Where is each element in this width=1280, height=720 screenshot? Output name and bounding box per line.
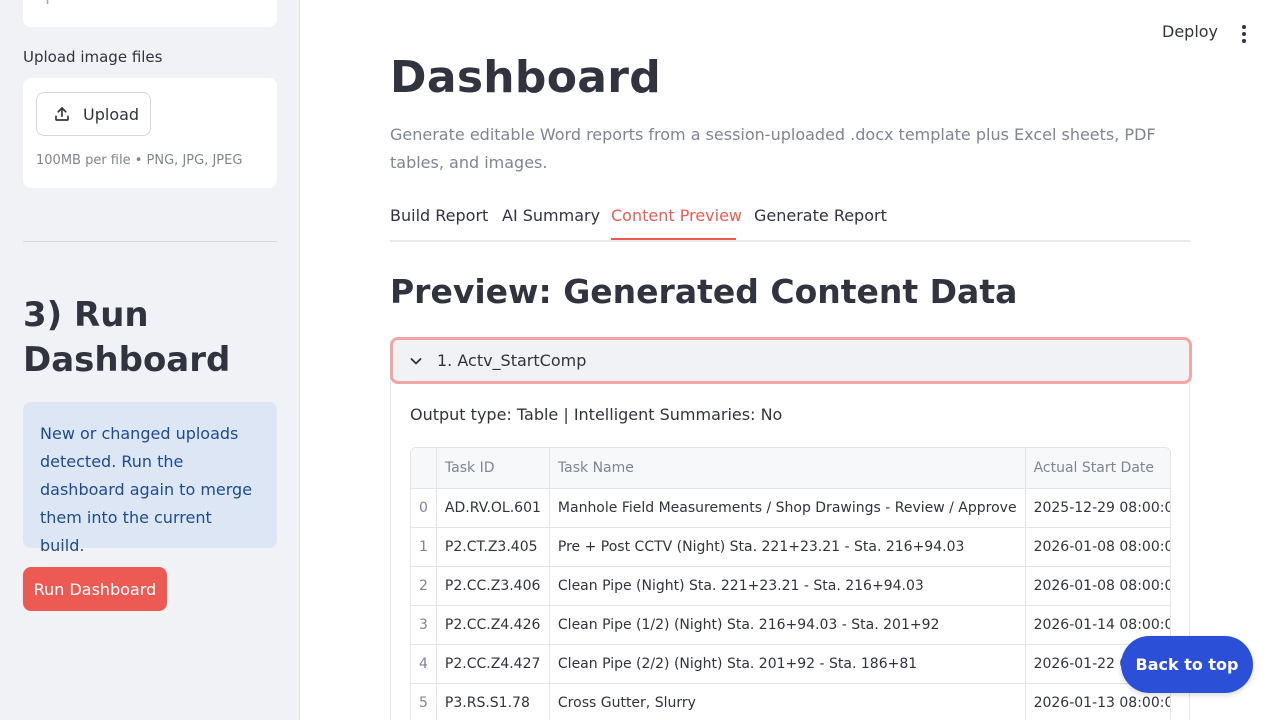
table-row: 0 AD.RV.OL.601 Manhole Field Measurement… bbox=[411, 488, 1170, 528]
upload-icon bbox=[55, 107, 69, 121]
column-header-task-id[interactable]: Task ID bbox=[436, 448, 550, 489]
column-header-task-name[interactable]: Task Name bbox=[549, 448, 1026, 489]
table-header-row: Task ID Task Name Actual Start Date bbox=[411, 448, 1170, 489]
task-name-cell[interactable]: Clean Pipe (2/2) (Night) Sta. 201+92 - S… bbox=[549, 644, 1026, 684]
tab-generate-report[interactable]: Generate Report bbox=[754, 206, 887, 225]
row-index[interactable]: 0 bbox=[411, 488, 437, 528]
report-tabs: Build Report AI Summary Content Preview … bbox=[390, 200, 1190, 242]
tab-build-report[interactable]: Build Report bbox=[390, 206, 488, 225]
upload-limit-hint: 100MB per file • PNG, JPG, JPEG bbox=[36, 153, 243, 168]
main-menu-icon[interactable] bbox=[1236, 23, 1252, 45]
expander-header[interactable]: 1. Actv_StartComp bbox=[390, 337, 1192, 384]
upload-button-label: Upload bbox=[83, 104, 140, 124]
task-name-cell[interactable]: Clean Pipe (Night) Sta. 221+23.21 - Sta.… bbox=[549, 566, 1026, 606]
task-id-cell[interactable]: P2.CC.Z3.406 bbox=[436, 566, 550, 606]
column-header-index[interactable] bbox=[411, 448, 437, 489]
start-date-cell[interactable]: 2026-01-08 08:00:00 bbox=[1025, 566, 1170, 606]
data-table[interactable]: Task ID Task Name Actual Start Date 0 AD… bbox=[410, 447, 1171, 720]
row-index[interactable]: 2 bbox=[411, 566, 437, 606]
task-id-cell[interactable]: P2.CC.Z4.427 bbox=[436, 644, 550, 684]
output-type-text: Output type: Table | Intelligent Summari… bbox=[410, 405, 783, 424]
expander-title: 1. Actv_StartComp bbox=[437, 351, 587, 370]
back-to-top-button[interactable]: Back to top bbox=[1121, 636, 1253, 693]
task-id-cell[interactable]: AD.RV.OL.601 bbox=[436, 488, 550, 528]
task-name-cell[interactable]: Cross Gutter, Slurry bbox=[549, 683, 1026, 720]
sidebar-divider bbox=[23, 241, 277, 242]
table-row: 3 P2.CC.Z4.426 Clean Pipe (1/2) (Night) … bbox=[411, 605, 1170, 645]
page-description: Generate editable Word reports from a se… bbox=[390, 125, 1156, 172]
task-name-cell[interactable]: Manhole Field Measurements / Shop Drawin… bbox=[549, 488, 1026, 528]
table-row: 1 P2.CT.Z3.405 Pre + Post CCTV (Night) S… bbox=[411, 527, 1170, 567]
run-dashboard-heading: 3) Run Dashboard bbox=[23, 295, 231, 380]
upload-button[interactable]: Upload bbox=[36, 92, 151, 136]
section-heading: Preview: Generated Content Data bbox=[390, 272, 1018, 311]
table-row: 4 P2.CC.Z4.427 Clean Pipe (2/2) (Night) … bbox=[411, 644, 1170, 684]
uploads-changed-alert: New or changed uploads detected. Run the… bbox=[23, 402, 277, 555]
table-row: 2 P2.CC.Z3.406 Clean Pipe (Night) Sta. 2… bbox=[411, 566, 1170, 606]
active-tab-indicator bbox=[611, 238, 736, 240]
column-header-actual-start-date[interactable]: Actual Start Date bbox=[1025, 448, 1170, 489]
page-title: Dashboard bbox=[390, 52, 662, 100]
tab-content-preview[interactable]: Content Preview bbox=[611, 206, 742, 225]
chevron-down-icon bbox=[410, 357, 422, 364]
task-id-cell[interactable]: P2.CT.Z3.405 bbox=[436, 527, 550, 567]
task-id-cell[interactable]: P3.RS.S1.78 bbox=[436, 683, 550, 720]
content-expander: 1. Actv_StartComp Output type: Table | I… bbox=[390, 337, 1192, 720]
task-name-cell[interactable]: Clean Pipe (1/2) (Night) Sta. 216+94.03 … bbox=[549, 605, 1026, 645]
image-uploader-dropzone[interactable]: Upload 100MB per file • PNG, JPG, JPEG bbox=[23, 78, 277, 188]
row-index[interactable]: 3 bbox=[411, 605, 437, 645]
plus-icon[interactable]: + bbox=[40, 0, 55, 8]
task-name-cell[interactable]: Pre + Post CCTV (Night) Sta. 221+23.21 -… bbox=[549, 527, 1026, 567]
sidebar: + Upload image files Upload 100MB per fi… bbox=[0, 0, 300, 720]
start-date-cell[interactable]: 2025-12-29 08:00:00 bbox=[1025, 488, 1170, 528]
previous-uploader-card: + bbox=[23, 0, 277, 27]
row-index[interactable]: 4 bbox=[411, 644, 437, 684]
task-id-cell[interactable]: P2.CC.Z4.426 bbox=[436, 605, 550, 645]
row-index[interactable]: 1 bbox=[411, 527, 437, 567]
tab-ai-summary[interactable]: AI Summary bbox=[502, 206, 600, 225]
upload-images-label: Upload image files bbox=[23, 48, 163, 66]
start-date-cell[interactable]: 2026-01-08 08:00:00 bbox=[1025, 527, 1170, 567]
deploy-button[interactable]: Deploy bbox=[1162, 22, 1218, 41]
table-row: 5 P3.RS.S1.78 Cross Gutter, Slurry 2026-… bbox=[411, 683, 1170, 720]
run-dashboard-button[interactable]: Run Dashboard bbox=[23, 567, 167, 611]
row-index[interactable]: 5 bbox=[411, 683, 437, 720]
